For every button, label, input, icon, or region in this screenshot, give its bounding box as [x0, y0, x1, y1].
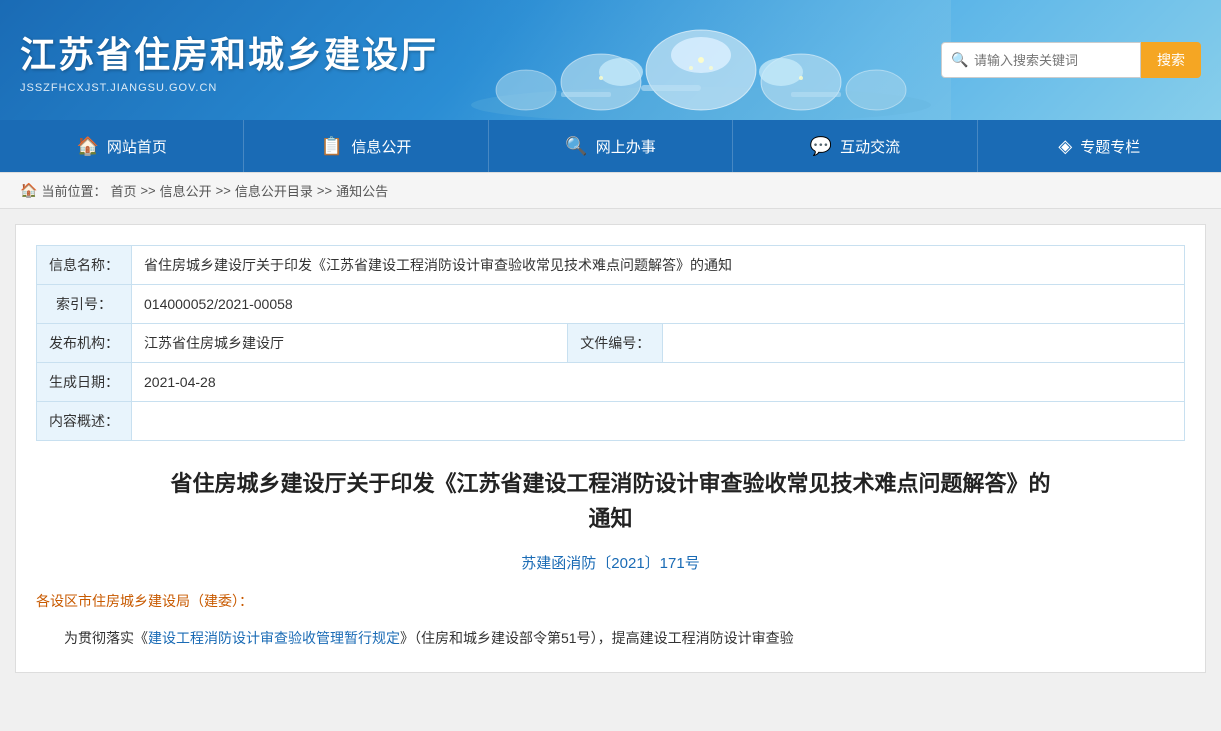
nav-item-topic[interactable]: ◈ 专题专栏 [978, 120, 1221, 172]
header-building-illustration [451, 0, 951, 120]
table-row-org: 发布机构： 江苏省住房城乡建设厅 文件编号： [37, 324, 1185, 363]
main-nav: 🏠 网站首页 📋 信息公开 🔍 网上办事 💬 互动交流 ◈ 专题专栏 [0, 120, 1221, 172]
info-table: 信息名称： 省住房城乡建设厅关于印发《江苏省建设工程消防设计审查验收常见技术难点… [36, 245, 1185, 441]
nav-item-interact[interactable]: 💬 互动交流 [733, 120, 977, 172]
label-docnum: 文件编号： [568, 324, 663, 363]
info-icon: 📋 [321, 136, 343, 157]
main-content: 信息名称： 省住房城乡建设厅关于印发《江苏省建设工程消防设计审查验收常见技术难点… [15, 224, 1206, 673]
nav-label-info: 信息公开 [351, 136, 411, 157]
search-area: 🔍 搜索 [941, 42, 1201, 78]
label-date: 生成日期： [37, 363, 132, 402]
breadcrumb-current: 通知公告 [336, 181, 388, 200]
value-docnum [663, 324, 1185, 363]
breadcrumb-prefix: 当前位置： [41, 181, 106, 200]
breadcrumb-link-info[interactable]: 信息公开 [160, 181, 212, 200]
nav-label-service: 网上办事 [596, 136, 656, 157]
breadcrumb-home-icon: 🏠 [20, 182, 37, 199]
breadcrumb-link-home[interactable]: 首页 [110, 181, 136, 200]
article-title: 省住房城乡建设厅关于印发《江苏省建设工程消防设计审查验收常见技术难点问题解答》的… [36, 466, 1185, 536]
table-row-date: 生成日期： 2021-04-28 [37, 363, 1185, 402]
search-input-wrap: 🔍 [941, 42, 1141, 78]
search-button[interactable]: 搜索 [1141, 42, 1201, 78]
value-summary [132, 402, 1185, 441]
nav-label-home: 网站首页 [107, 136, 167, 157]
search-icon: 🔍 [951, 52, 968, 69]
topic-icon: ◈ [1058, 136, 1072, 157]
nav-item-home[interactable]: 🏠 网站首页 [0, 120, 244, 172]
nav-label-interact: 互动交流 [840, 136, 900, 157]
value-date: 2021-04-28 [132, 363, 1185, 402]
label-summary: 内容概述： [37, 402, 132, 441]
article-title-line1: 省住房城乡建设厅关于印发《江苏省建设工程消防设计审查验收常见技术难点问题解答》的 [36, 466, 1185, 501]
header: 江苏省住房和城乡建设厅 JSSZFHCXJST.JIANGSU.GOV.CN [0, 0, 1221, 120]
table-row-summary: 内容概述： [37, 402, 1185, 441]
value-name: 省住房城乡建设厅关于印发《江苏省建设工程消防设计审查验收常见技术难点问题解答》的… [132, 246, 1185, 285]
highlight-law: 建设工程消防设计审查验收管理暂行规定 [148, 630, 400, 646]
building-svg [461, 10, 941, 120]
article-recipient: 各设区市住房城乡建设局（建委）： [36, 591, 1185, 611]
value-org: 江苏省住房城乡建设厅 [132, 324, 568, 363]
nav-item-info[interactable]: 📋 信息公开 [244, 120, 488, 172]
nav-item-service[interactable]: 🔍 网上办事 [489, 120, 733, 172]
home-icon: 🏠 [76, 136, 98, 157]
interact-icon: 💬 [810, 136, 832, 157]
article-title-line2: 通知 [36, 501, 1185, 536]
breadcrumb: 🏠 当前位置： 首页 >> 信息公开 >> 信息公开目录 >> 通知公告 [0, 172, 1221, 209]
table-row-index: 索引号： 014000052/2021-00058 [37, 285, 1185, 324]
nav-label-topic: 专题专栏 [1080, 136, 1140, 157]
article-body: 为贯彻落实《建设工程消防设计审查验收管理暂行规定》（住房和城乡建设部令第51号）… [36, 625, 1185, 652]
label-index: 索引号： [37, 285, 132, 324]
article-subtitle: 苏建函消防〔2021〕171号 [36, 552, 1185, 573]
value-index: 014000052/2021-00058 [132, 285, 1185, 324]
table-row-name: 信息名称： 省住房城乡建设厅关于印发《江苏省建设工程消防设计审查验收常见技术难点… [37, 246, 1185, 285]
breadcrumb-link-catalog[interactable]: 信息公开目录 [235, 181, 313, 200]
label-org: 发布机构： [37, 324, 132, 363]
search-input[interactable] [941, 42, 1141, 78]
service-icon: 🔍 [565, 136, 587, 157]
label-name: 信息名称： [37, 246, 132, 285]
